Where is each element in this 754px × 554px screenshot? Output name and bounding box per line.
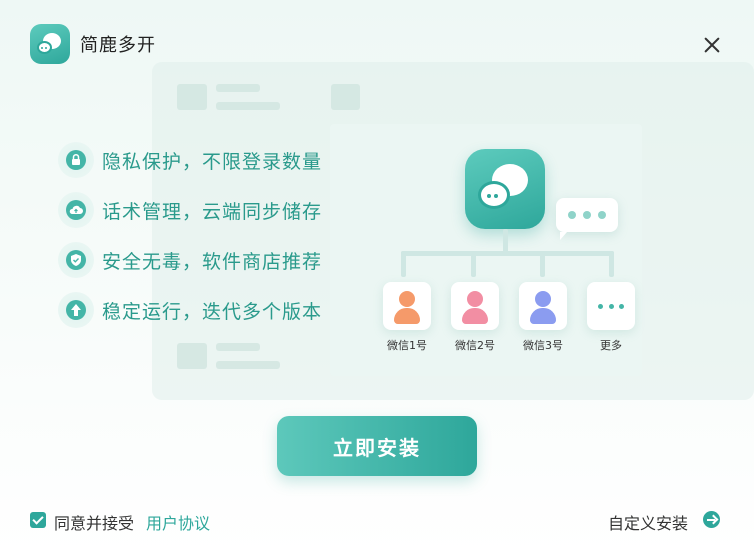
background-illustration-block <box>177 84 207 110</box>
arrow-up-icon <box>58 292 94 328</box>
cloud-upload-icon <box>58 192 94 228</box>
user-agreement-link[interactable]: 用户协议 <box>146 510 210 534</box>
agree-text: 同意并接受 <box>54 514 135 533</box>
background-illustration-block <box>216 102 280 110</box>
wechat-account-3[interactable] <box>519 282 567 330</box>
close-button[interactable] <box>700 33 724 57</box>
feature-item: 稳定运行，迭代多个版本 <box>58 292 322 328</box>
agree-checkbox[interactable] <box>30 512 46 528</box>
connector-line <box>471 251 476 277</box>
more-accounts[interactable] <box>587 282 635 330</box>
connector-line <box>540 251 545 277</box>
feature-label: 话术管理，云端同步储存 <box>102 200 323 223</box>
connector-line <box>609 251 614 277</box>
node-label: 微信1号 <box>387 339 427 352</box>
background-illustration-block <box>331 84 360 110</box>
background-illustration-block <box>216 343 260 351</box>
more-dots-icon <box>598 304 603 309</box>
feature-label: 隐私保护，不限登录数量 <box>102 150 323 173</box>
wechat-account-2[interactable] <box>451 282 499 330</box>
app-title: 简鹿多开 <box>80 35 156 56</box>
user-avatar-icon <box>462 308 488 324</box>
lock-icon <box>58 142 94 178</box>
more-dots-icon <box>608 304 614 309</box>
background-illustration-block <box>177 343 207 369</box>
node-label: 微信3号 <box>523 339 563 352</box>
multi-open-hub-icon <box>465 149 545 229</box>
message-bubble-icon <box>556 198 618 240</box>
connector-line <box>401 251 406 277</box>
node-label: 微信2号 <box>455 339 495 352</box>
feature-item: 安全无毒，软件商店推荐 <box>58 242 322 278</box>
install-now-button[interactable]: 立即安装 <box>277 416 477 476</box>
arrow-right-circle-icon[interactable] <box>703 511 720 528</box>
background-illustration-block <box>216 361 280 369</box>
node-label: 更多 <box>600 339 622 352</box>
user-avatar-icon <box>467 291 483 307</box>
feature-label: 稳定运行，迭代多个版本 <box>102 300 323 323</box>
user-avatar-icon <box>535 291 551 307</box>
installer-window: 简鹿多开 隐私保护，不限登录数量 话术管理，云端同步储存 安全无毒，软件商店推荐 <box>0 0 754 554</box>
feature-item: 隐私保护，不限登录数量 <box>58 142 322 178</box>
user-avatar-icon <box>399 291 415 307</box>
background-illustration-block <box>216 84 260 92</box>
wechat-account-1[interactable] <box>383 282 431 330</box>
more-dots-icon <box>619 304 624 309</box>
feature-item: 话术管理，云端同步储存 <box>58 192 322 228</box>
custom-install-link[interactable]: 自定义安装 <box>608 510 688 534</box>
connector-line <box>503 229 508 253</box>
feature-label: 安全无毒，软件商店推荐 <box>102 250 323 273</box>
app-logo-icon <box>30 24 70 64</box>
user-avatar-icon <box>394 308 420 324</box>
shield-check-icon <box>58 242 94 278</box>
connector-line <box>401 251 614 256</box>
user-avatar-icon <box>530 308 556 324</box>
